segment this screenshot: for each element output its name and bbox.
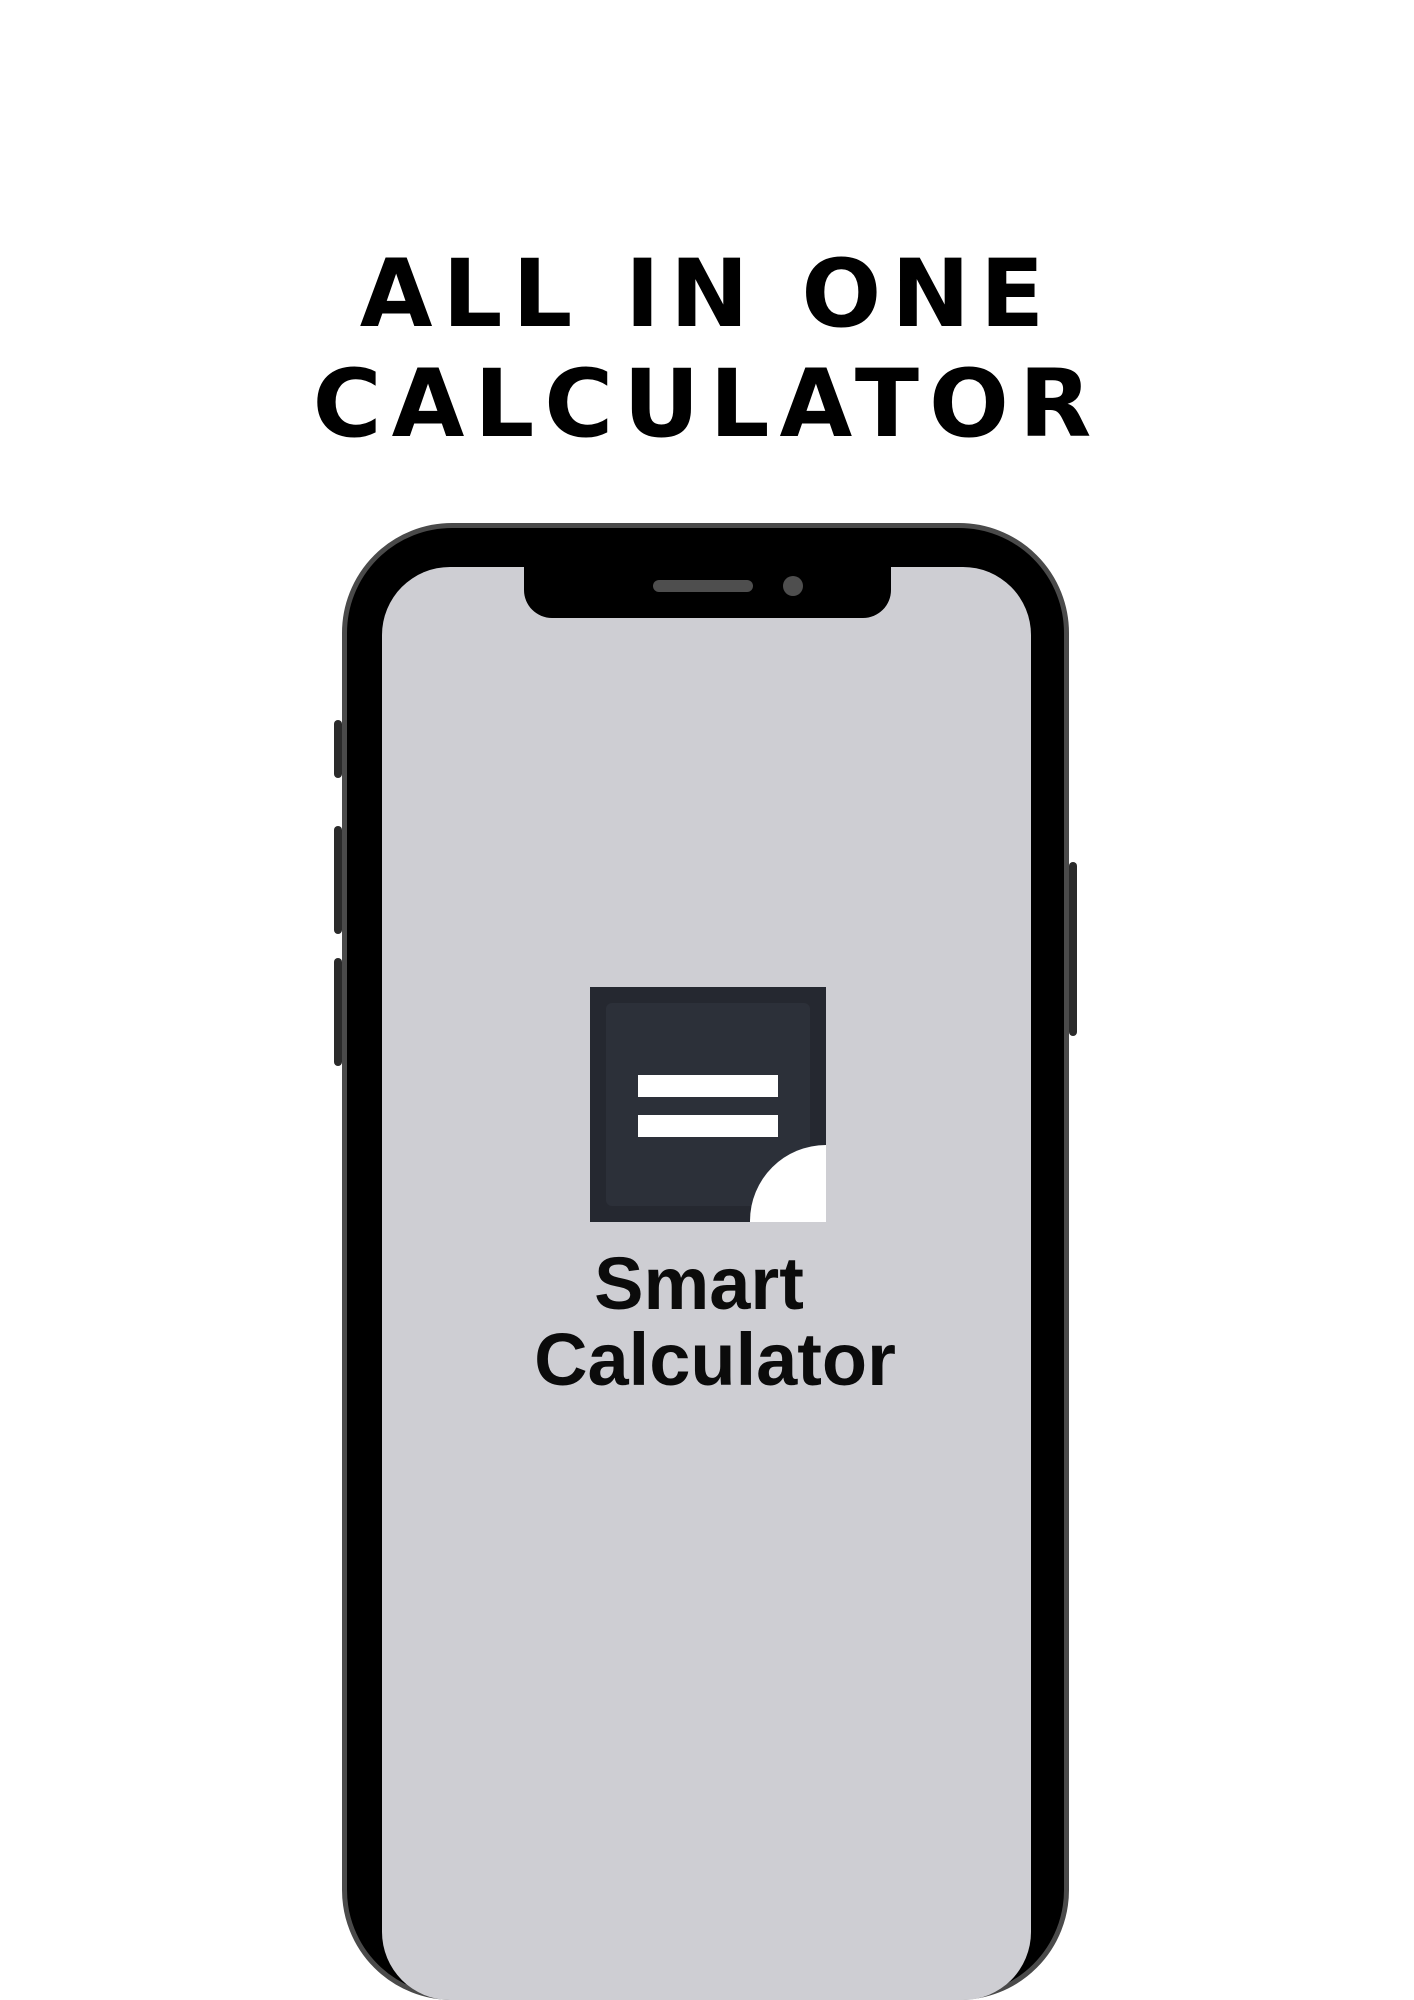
app-name-line2: Calculator — [534, 1318, 896, 1401]
phone-mute-switch — [334, 720, 342, 778]
phone-speaker — [653, 580, 753, 592]
app-name: Smart Calculator — [440, 1246, 980, 1398]
equals-bar-bottom — [638, 1115, 778, 1137]
phone-volume-down-button — [334, 958, 342, 1066]
page-headline: ALL IN ONE CALCULATOR — [312, 240, 1102, 459]
phone-camera — [783, 576, 803, 596]
app-name-line1: Smart — [594, 1242, 804, 1325]
equals-bar-top — [638, 1075, 778, 1097]
calculator-equals-icon[interactable] — [590, 987, 826, 1222]
phone-power-button — [1069, 862, 1077, 1036]
phone-volume-up-button — [334, 826, 342, 934]
